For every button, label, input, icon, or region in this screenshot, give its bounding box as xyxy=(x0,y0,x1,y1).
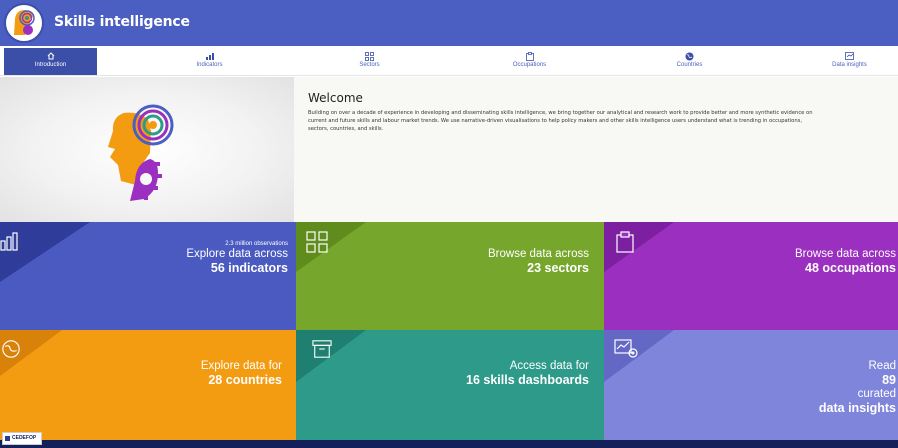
grid-icon xyxy=(323,48,416,61)
tile-sectors[interactable]: Browse data across 23 sectors xyxy=(296,222,604,330)
tile-skills-dashboards-line1: Access data for xyxy=(509,360,589,372)
nav-occupations[interactable]: Occupations xyxy=(483,48,576,75)
tile-countries-line1: Explore data for xyxy=(200,360,282,372)
tile-corner-shape xyxy=(0,222,90,282)
welcome-body: Building on over a decade of experience … xyxy=(308,110,813,132)
bar-chart-icon xyxy=(0,232,18,251)
tile-data-insights-line2: data insights xyxy=(818,401,896,415)
clipboard-icon xyxy=(483,48,576,61)
nav-countries-label: Countries xyxy=(676,62,703,68)
nav-data-insights[interactable]: Data insights xyxy=(803,48,896,75)
welcome-panel: Welcome Building on over a decade of exp… xyxy=(294,77,898,222)
footer-bar xyxy=(0,440,898,448)
main-nav: Introduction Indicators Sectors Occupati… xyxy=(0,46,898,76)
nav-introduction-label: Introduction xyxy=(34,62,67,68)
nav-sectors-label: Sectors xyxy=(359,62,380,68)
nav-indicators-label: Indicators xyxy=(196,62,223,68)
grid-icon xyxy=(306,231,328,253)
hero-illustration xyxy=(0,77,294,222)
nav-sectors[interactable]: Sectors xyxy=(323,48,416,75)
tile-data-insights-curated: curated xyxy=(857,388,896,400)
tile-occupations[interactable]: Browse data across 48 occupations xyxy=(604,222,898,330)
tile-corner-shape xyxy=(296,222,366,272)
tile-occupations-text: Browse data across 48 occupations xyxy=(795,248,896,276)
home-icon xyxy=(4,48,97,61)
tile-indicators-text: 2.3 million observations Explore data ac… xyxy=(186,240,288,276)
tile-occupations-line2: 48 occupations xyxy=(805,261,896,275)
tile-skills-dashboards-text: Access data for 16 skills dashboards xyxy=(466,360,589,388)
tile-data-insights[interactable]: Read 89 curated data insights xyxy=(604,330,898,440)
skills-intelligence-logo[interactable] xyxy=(4,3,44,43)
tile-skills-dashboards[interactable]: Access data for 16 skills dashboards xyxy=(296,330,604,440)
tile-indicators[interactable]: 2.3 million observations Explore data ac… xyxy=(0,222,296,330)
tile-countries-line2: 28 countries xyxy=(208,373,282,387)
cedefop-logo[interactable]: CEDEFOP xyxy=(2,432,42,445)
app-header: Skills intelligence xyxy=(0,0,898,46)
app-title: Skills intelligence xyxy=(54,14,190,30)
nav-indicators[interactable]: Indicators xyxy=(163,48,256,75)
tile-countries[interactable]: Explore data for 28 countries xyxy=(0,330,296,440)
tile-sectors-text: Browse data across 23 sectors xyxy=(488,248,589,276)
insights-icon xyxy=(614,339,638,358)
welcome-title: Welcome xyxy=(308,91,363,105)
globe-icon xyxy=(2,340,20,358)
bar-chart-icon xyxy=(163,48,256,61)
tile-indicators-line1: Explore data across xyxy=(186,248,288,260)
tile-data-insights-line1: Read xyxy=(868,360,897,372)
tile-data-insights-text: Read 89 curated data insights xyxy=(819,360,896,416)
clipboard-icon xyxy=(616,231,634,253)
tile-skills-dashboards-line2: 16 skills dashboards xyxy=(466,373,589,387)
tile-sectors-line1: Browse data across xyxy=(488,248,589,260)
tile-countries-text: Explore data for 28 countries xyxy=(201,360,282,388)
tile-sectors-line2: 23 sectors xyxy=(527,261,589,275)
tile-data-insights-count: 89 xyxy=(882,373,896,387)
globe-icon xyxy=(643,48,736,61)
tile-indicators-line2: 56 indicators xyxy=(210,261,288,275)
nav-countries[interactable]: Countries xyxy=(643,48,736,75)
tile-occupations-line1: Browse data across xyxy=(795,248,896,260)
head-gear-illustration xyxy=(108,104,174,201)
cedefop-logo-text: CEDEFOP xyxy=(12,435,37,441)
nav-occupations-label: Occupations xyxy=(512,62,547,68)
cedefop-logo-mark xyxy=(5,436,10,441)
archive-icon xyxy=(312,340,332,358)
tile-indicators-observations: 2.3 million observations xyxy=(225,241,288,247)
nav-data-insights-label: Data insights xyxy=(832,62,867,68)
insights-icon xyxy=(803,48,896,61)
tile-corner-shape xyxy=(604,222,674,272)
nav-introduction[interactable]: Introduction xyxy=(4,48,97,75)
